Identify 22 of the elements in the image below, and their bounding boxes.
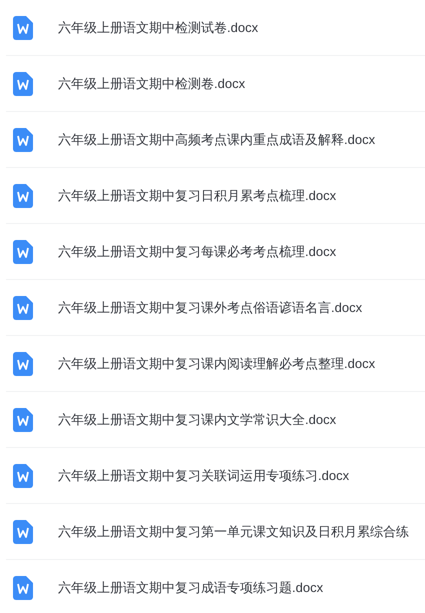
file-name[interactable]: 六年级上册语文期中高频考点课内重点成语及解释.docx xyxy=(58,130,376,148)
file-name[interactable]: 六年级上册语文期中复习关联词运用专项练习.docx xyxy=(58,466,350,484)
word-document-icon xyxy=(13,16,33,40)
file-name[interactable]: 六年级上册语文期中复习课内文学常识大全.docx xyxy=(58,410,336,428)
file-name[interactable]: 六年级上册语文期中复习日积月累考点梳理.docx xyxy=(58,186,336,204)
word-document-icon xyxy=(13,72,33,96)
word-document-icon xyxy=(13,240,33,264)
file-name[interactable]: 六年级上册语文期中复习每课必考考点梳理.docx xyxy=(58,242,336,260)
file-name[interactable]: 六年级上册语文期中复习第一单元课文知识及日积月累综合练 xyxy=(58,522,409,540)
file-name[interactable]: 六年级上册语文期中复习成语专项练习题.docx xyxy=(58,578,324,596)
word-document-icon xyxy=(13,576,33,600)
file-name[interactable]: 六年级上册语文期中复习课内阅读理解必考点整理.docx xyxy=(58,354,376,372)
word-document-icon xyxy=(13,296,33,320)
word-document-icon xyxy=(13,352,33,376)
word-document-icon xyxy=(13,128,33,152)
word-document-icon xyxy=(13,464,33,488)
word-document-icon xyxy=(13,408,33,432)
file-name[interactable]: 六年级上册语文期中复习课外考点俗语谚语名言.docx xyxy=(58,298,362,316)
word-document-icon xyxy=(13,520,33,544)
word-document-icon xyxy=(13,184,33,208)
file-name[interactable]: 六年级上册语文期中检测卷.docx xyxy=(58,74,246,92)
file-name[interactable]: 六年级上册语文期中检测试卷.docx xyxy=(58,18,258,36)
